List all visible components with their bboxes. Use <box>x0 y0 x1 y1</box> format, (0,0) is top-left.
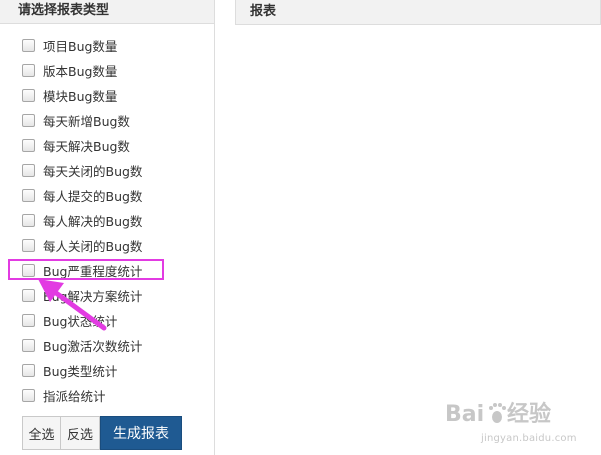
report-type-checkbox[interactable] <box>22 139 35 152</box>
svg-text:Bai: Bai <box>445 402 484 427</box>
report-type-label: Bug激活次数统计 <box>43 339 143 354</box>
report-type-item[interactable]: 版本Bug数量 <box>0 58 214 83</box>
report-type-item[interactable]: 每人提交的Bug数 <box>0 183 214 208</box>
report-type-checkbox[interactable] <box>22 214 35 227</box>
report-type-label: 模块Bug数量 <box>43 89 118 104</box>
report-type-item[interactable]: 项目Bug数量 <box>0 33 214 58</box>
report-type-item[interactable]: Bug状态统计 <box>0 308 214 333</box>
report-type-label: 每天新增Bug数 <box>43 114 130 129</box>
select-all-button[interactable]: 全选 <box>22 416 61 450</box>
report-page: 请选择报表类型 项目Bug数量 版本Bug数量 模块Bug数量 每天新增Bug数… <box>0 0 601 455</box>
report-type-checkbox[interactable] <box>22 89 35 102</box>
report-type-label: Bug解决方案统计 <box>43 289 143 304</box>
report-type-checkbox[interactable] <box>22 39 35 52</box>
report-type-item[interactable]: 每天解决Bug数 <box>0 133 214 158</box>
watermark-domain: jingyan.baidu.com <box>481 433 577 444</box>
report-type-item[interactable]: 每人关闭的Bug数 <box>0 233 214 258</box>
report-type-label: 项目Bug数量 <box>43 39 118 54</box>
report-type-item-bug-severity[interactable]: Bug严重程度统计 <box>0 258 214 283</box>
baidu-logo-icon: Bai 经验 <box>445 401 551 427</box>
report-type-checkbox[interactable] <box>22 389 35 402</box>
report-type-panel-title: 请选择报表类型 <box>0 0 214 24</box>
report-type-label: Bug严重程度统计 <box>43 264 143 279</box>
report-type-item[interactable]: 指派给统计 <box>0 383 214 408</box>
report-type-label: 版本Bug数量 <box>43 64 118 79</box>
report-type-checkbox[interactable] <box>22 114 35 127</box>
report-type-item[interactable]: 每天新增Bug数 <box>0 108 214 133</box>
report-type-item[interactable]: 模块Bug数量 <box>0 83 214 108</box>
report-type-label: Bug类型统计 <box>43 364 118 379</box>
report-type-checkbox[interactable] <box>22 64 35 77</box>
report-type-list: 项目Bug数量 版本Bug数量 模块Bug数量 每天新增Bug数 每天解决Bug… <box>0 33 214 408</box>
report-type-checkbox[interactable] <box>22 164 35 177</box>
report-type-label: Bug状态统计 <box>43 314 118 329</box>
report-type-label: 每人关闭的Bug数 <box>43 239 143 254</box>
report-type-checkbox[interactable] <box>22 339 35 352</box>
report-type-label: 指派给统计 <box>43 389 106 404</box>
report-type-checkbox[interactable] <box>22 189 35 202</box>
report-type-item[interactable]: 每人解决的Bug数 <box>0 208 214 233</box>
report-type-label: 每人提交的Bug数 <box>43 189 143 204</box>
report-type-label: 每天解决Bug数 <box>43 139 130 154</box>
report-type-checkbox[interactable] <box>22 314 35 327</box>
report-type-checkbox[interactable] <box>22 239 35 252</box>
report-type-label: 每天关闭的Bug数 <box>43 164 143 179</box>
report-type-checkbox[interactable] <box>22 364 35 377</box>
svg-text:经验: 经验 <box>507 401 551 427</box>
generate-report-button[interactable]: 生成报表 <box>100 416 182 450</box>
report-type-item[interactable]: 每天关闭的Bug数 <box>0 158 214 183</box>
report-type-checkbox[interactable] <box>22 264 35 277</box>
baidu-jingyan-watermark: Bai 经验 jingyan.baidu.com <box>445 397 595 449</box>
report-type-item[interactable]: Bug解决方案统计 <box>0 283 214 308</box>
invert-selection-button[interactable]: 反选 <box>61 416 100 450</box>
report-type-item[interactable]: Bug类型统计 <box>0 358 214 383</box>
report-type-checkbox[interactable] <box>22 289 35 302</box>
report-type-label: 每人解决的Bug数 <box>43 214 143 229</box>
report-type-panel: 请选择报表类型 项目Bug数量 版本Bug数量 模块Bug数量 每天新增Bug数… <box>0 0 215 455</box>
report-action-bar: 全选 反选 生成报表 <box>22 416 182 450</box>
report-panel-header: 报表 <box>235 0 601 25</box>
report-type-item[interactable]: Bug激活次数统计 <box>0 333 214 358</box>
